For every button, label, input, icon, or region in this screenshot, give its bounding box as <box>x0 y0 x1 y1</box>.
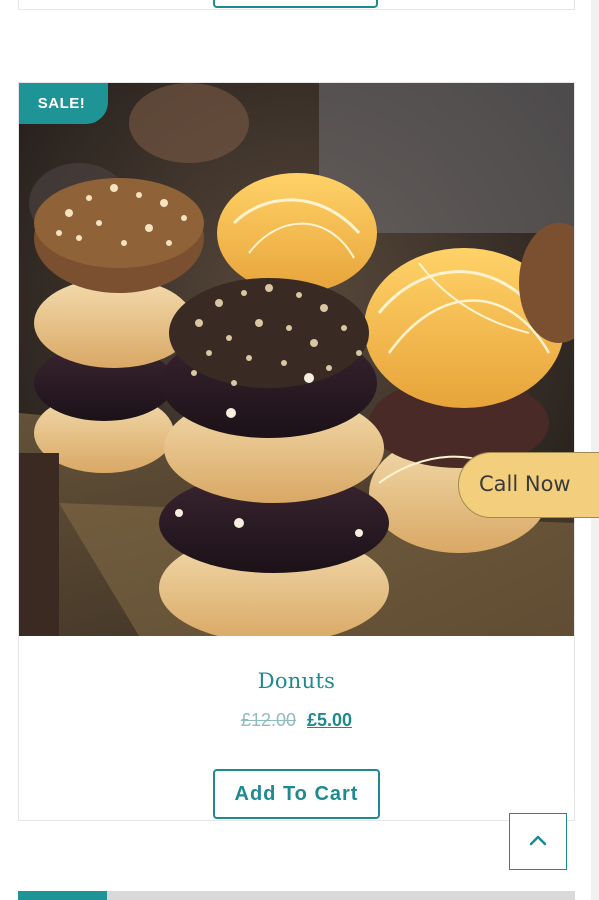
sale-badge: SALE! <box>19 83 108 124</box>
next-sale-badge <box>18 891 107 900</box>
page: SALE! Donuts £12.00 £5.00 Add To Cart Ca… <box>0 0 599 900</box>
product-title[interactable]: Donuts <box>19 669 574 693</box>
sale-price: £5.00 <box>307 710 353 730</box>
scrollbar[interactable] <box>591 0 599 900</box>
previous-add-to-cart-button[interactable] <box>213 0 378 8</box>
original-price: £12.00 <box>240 710 296 730</box>
price-row: £12.00 £5.00 <box>19 710 574 731</box>
call-now-button[interactable]: Call Now <box>458 452 599 518</box>
chevron-up-icon <box>529 835 547 846</box>
add-to-cart-button[interactable]: Add To Cart <box>213 769 380 819</box>
product-image[interactable] <box>19 83 574 636</box>
donuts-photo <box>19 83 574 636</box>
next-product-card <box>18 891 575 900</box>
back-to-top-button[interactable] <box>509 813 567 870</box>
